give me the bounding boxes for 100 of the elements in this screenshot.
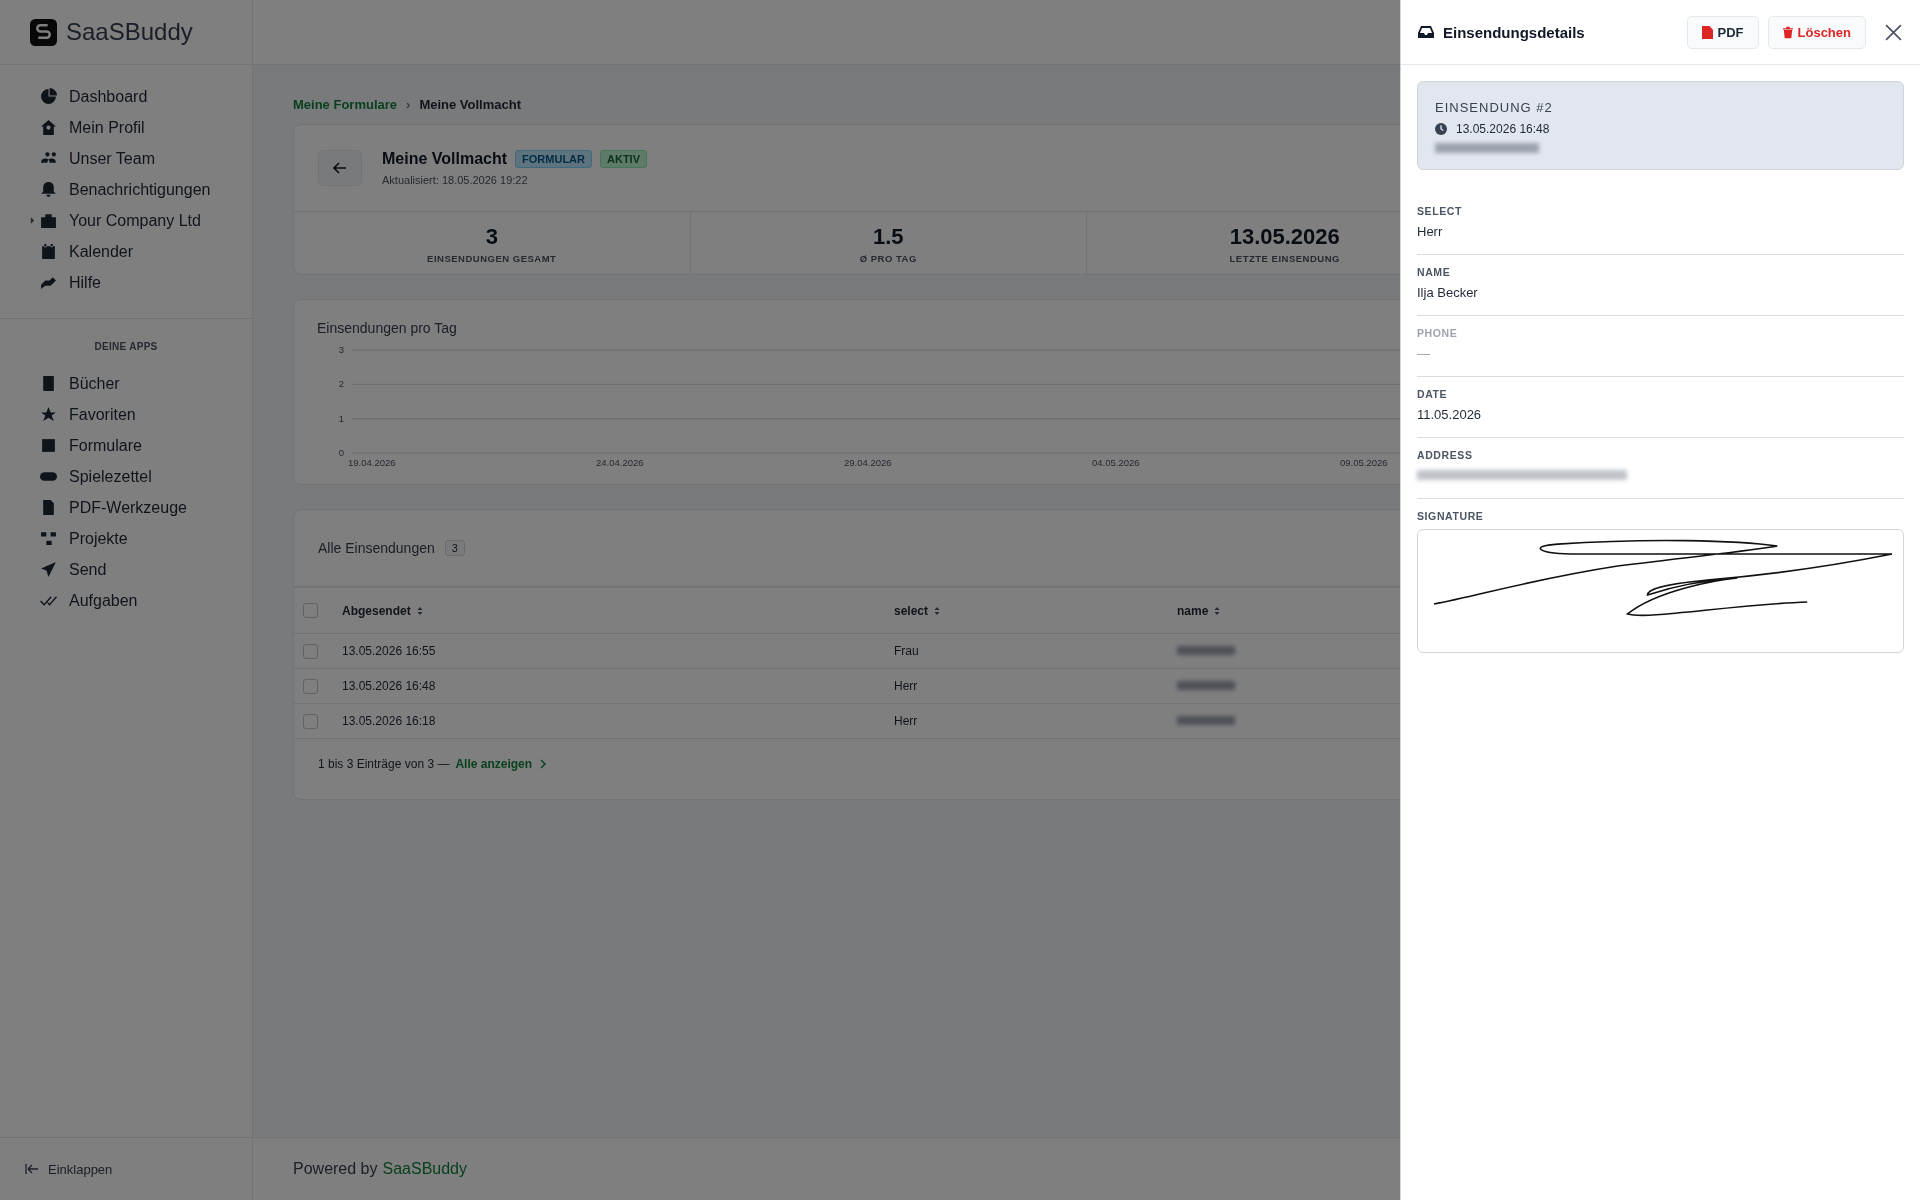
panel-title: Einsendungsdetails — [1443, 23, 1585, 41]
axis-tick: 0 — [338, 447, 344, 458]
sidebar-item[interactable]: Bücher — [0, 368, 252, 399]
column-header[interactable]: select — [894, 603, 1177, 618]
table-cell-text: Herr — [894, 714, 919, 728]
sidebar-item[interactable]: Mein Profil — [0, 112, 252, 143]
file-icon — [1701, 25, 1713, 39]
checkbox[interactable] — [303, 643, 318, 659]
checkbox[interactable] — [303, 678, 318, 694]
trash-icon — [1782, 25, 1793, 39]
stat-value: 13.05.2026 — [1229, 224, 1340, 250]
clock-icon — [1435, 123, 1447, 135]
stat-value: 3 — [485, 224, 498, 250]
app-icon — [40, 375, 57, 392]
sidebar-item[interactable]: Aufgaben — [0, 585, 252, 616]
axis-tick: 1 — [338, 412, 344, 424]
close-icon — [1885, 23, 1902, 41]
redacted-text — [1177, 716, 1235, 725]
axis-label: 29.04.2026 — [844, 457, 892, 468]
menu-item-icon — [40, 212, 57, 229]
axis-label: 04.05.2026 — [1092, 457, 1140, 468]
sidebar-item[interactable]: Spielezettel — [0, 461, 252, 492]
chevron-icon — [540, 759, 547, 769]
column-header[interactable]: name — [1177, 603, 1221, 618]
field-label: SELECT — [1417, 205, 1464, 217]
section-title: DEINE APPS — [93, 341, 159, 352]
field-label: ADDRESS — [1417, 449, 1474, 461]
chart-title: Einsendungen pro Tag — [317, 320, 457, 336]
tag: AKTIV — [600, 150, 647, 168]
app-name: SaaSBuddy — [66, 18, 193, 46]
app-icon — [40, 437, 57, 454]
section-title: Alle Einsendungen — [318, 540, 435, 556]
field-label: NAME — [1417, 266, 1452, 278]
footer-text: Powered by — [293, 1160, 378, 1178]
inbox-icon — [1418, 25, 1434, 39]
app-icon — [40, 561, 57, 578]
sidebar-item[interactable]: PDF-Werkzeuge — [0, 492, 252, 523]
app-icon — [40, 406, 57, 423]
sidebar-item[interactable]: Send — [0, 554, 252, 585]
sidebar-item[interactable]: Formulare — [0, 430, 252, 461]
sort-icon — [1214, 605, 1221, 616]
collapse-button[interactable]: Einklappen — [0, 1137, 252, 1200]
breadcrumb-separator: › — [406, 97, 411, 112]
axis-label: 19.04.2026 — [348, 457, 396, 468]
footer-link[interactable]: SaaSBuddy — [382, 1160, 467, 1178]
checkbox[interactable] — [303, 603, 318, 618]
tag: FORMULAR — [515, 150, 592, 168]
sidebar-item[interactable]: Hilfe — [0, 267, 252, 298]
field-label: PHONE — [1417, 327, 1459, 339]
menu-item-icon — [40, 181, 57, 198]
breadcrumb-current: Meine Vollmacht — [419, 97, 521, 112]
stat-label: Ø PRO TAG — [859, 253, 917, 264]
axis-label: 24.04.2026 — [596, 457, 644, 468]
back-arrow-icon — [333, 162, 347, 174]
field-value: Herr — [1417, 224, 1444, 240]
sort-icon — [416, 605, 423, 616]
stat-value: 1.5 — [872, 224, 904, 250]
app-icon — [40, 530, 57, 547]
back-button[interactable] — [318, 150, 362, 186]
sidebar-item[interactable]: Projekte — [0, 523, 252, 554]
table-cell-text: 13.05.2026 16:18 — [342, 714, 437, 728]
form-title: Meine Vollmacht — [382, 150, 508, 168]
sidebar-item[interactable]: Kalender — [0, 236, 252, 267]
axis-tick: 2 — [338, 378, 344, 390]
field-label: SIGNATURE — [1417, 510, 1485, 522]
pagination-text: 1 bis 3 Einträge von 3 — — [318, 757, 450, 771]
redacted-text — [1177, 646, 1235, 655]
updated-text: Aktualisiert: 18.05.2026 19:22 — [382, 174, 529, 186]
logo-icon — [30, 18, 57, 46]
submission-number: EINSENDUNG #2 — [1435, 100, 1554, 115]
breadcrumb-link[interactable]: Meine Formulare — [293, 97, 398, 112]
pdf-button[interactable]: PDF — [1686, 15, 1759, 49]
menu-item-icon — [40, 88, 57, 105]
table-cell-text: Herr — [894, 679, 919, 693]
menu-item-icon — [40, 119, 57, 136]
field-value: — — [1417, 346, 1431, 362]
table-cell-text: Frau — [894, 644, 920, 658]
sidebar-item[interactable]: Favoriten — [0, 399, 252, 430]
menu-item-icon — [40, 274, 57, 291]
redacted-text — [1177, 681, 1235, 690]
sort-icon — [934, 605, 941, 616]
app-icon — [40, 499, 57, 516]
axis-label: 09.05.2026 — [1340, 457, 1388, 468]
stat-label: EINSENDUNGEN GESAMT — [427, 253, 557, 264]
field-value: 11.05.2026 — [1417, 407, 1483, 423]
stat-label: LETZTE EINSENDUNG — [1229, 253, 1340, 264]
sidebar-item[interactable]: Dashboard — [0, 81, 252, 112]
sidebar-item[interactable]: Your Company Ltd — [0, 205, 252, 236]
table-cell-text: 13.05.2026 16:48 — [342, 679, 437, 693]
collapse-icon — [25, 1164, 39, 1174]
delete-button[interactable]: Löschen — [1767, 15, 1866, 49]
show-all-link[interactable]: Alle anzeigen — [455, 757, 547, 771]
field-value: Ilja Becker — [1417, 285, 1479, 301]
menu-item-icon — [40, 243, 57, 260]
column-header[interactable]: Abgesendet — [342, 603, 894, 618]
sidebar-item[interactable]: Benachrichtigungen — [0, 174, 252, 205]
count-badge: 3 — [444, 540, 465, 556]
submission-date: 13.05.2026 16:48 — [1456, 122, 1550, 136]
checkbox[interactable] — [303, 713, 318, 729]
sidebar-item[interactable]: Unser Team — [0, 143, 252, 174]
